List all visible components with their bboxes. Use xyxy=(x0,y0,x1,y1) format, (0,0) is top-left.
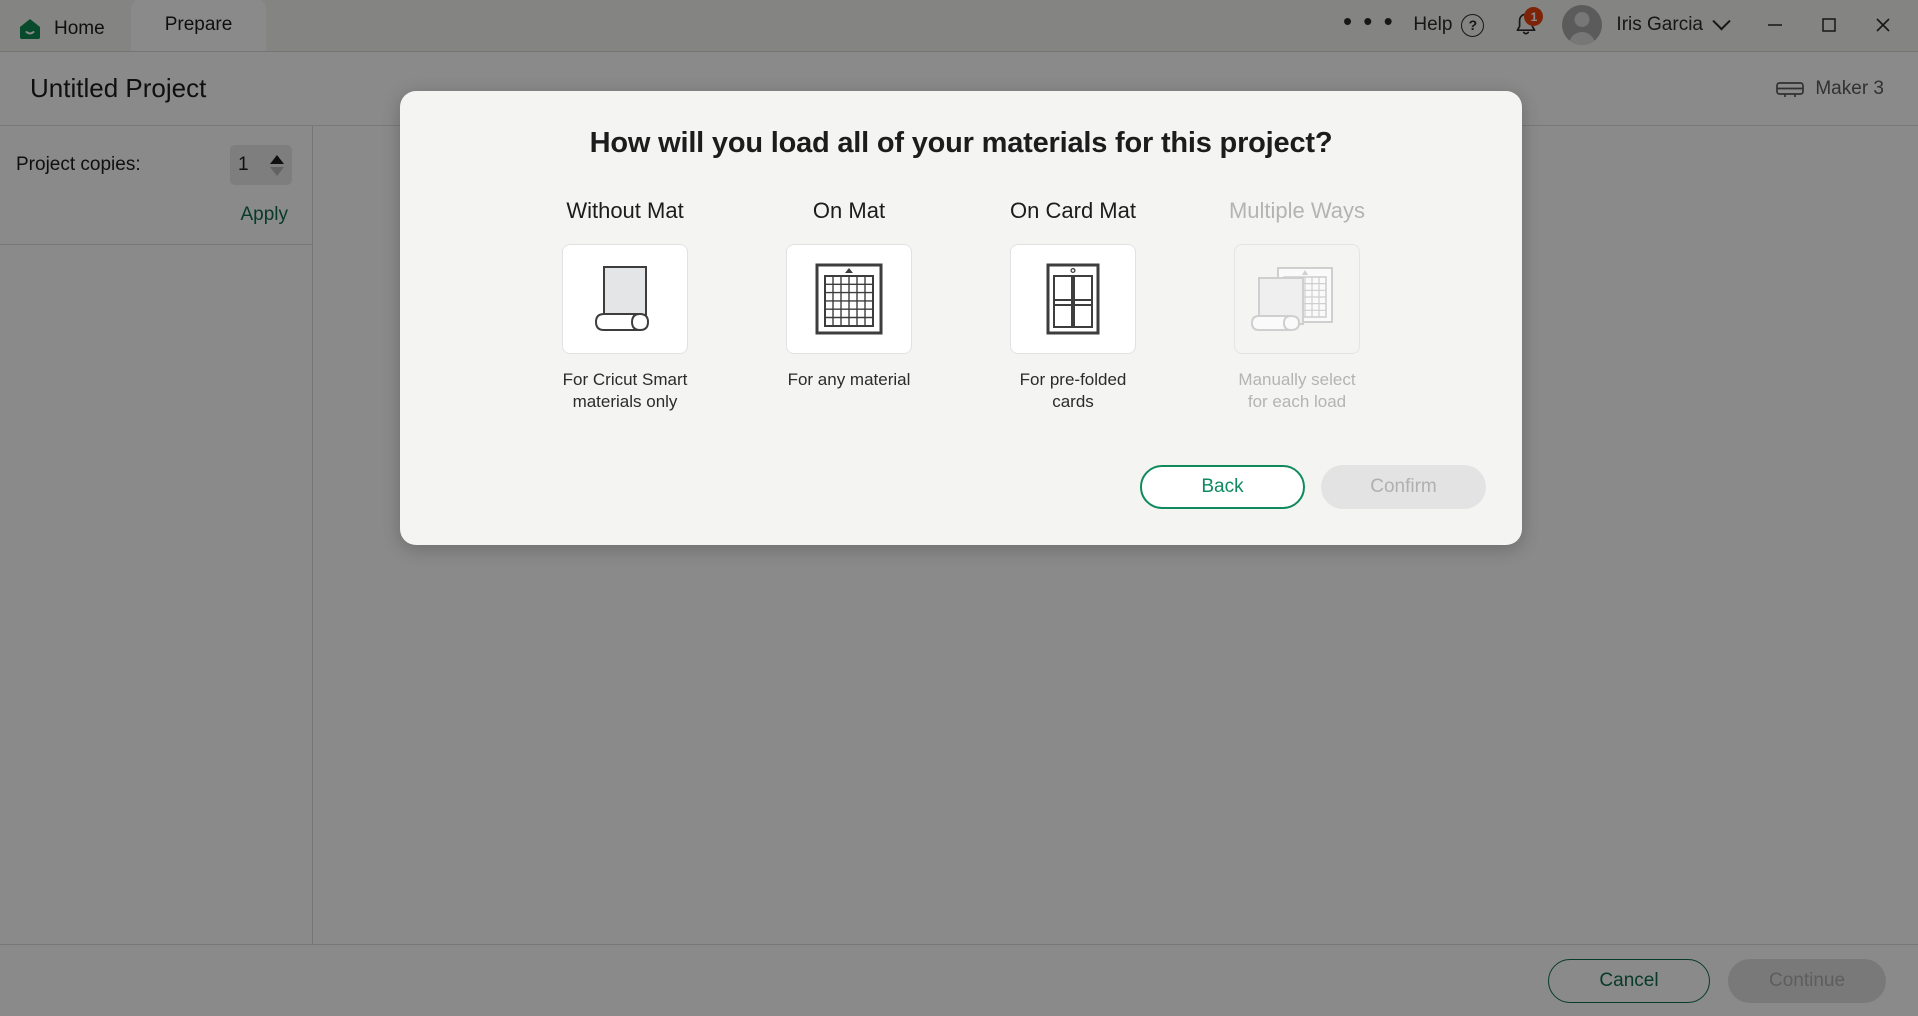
load-materials-dialog: How will you load all of your materials … xyxy=(400,91,1522,545)
option-on-mat[interactable]: On Mat For any material xyxy=(737,198,961,413)
option-on-card-mat[interactable]: On Card Mat For pre-folded cards xyxy=(961,198,1185,413)
dialog-title: How will you load all of your materials … xyxy=(589,127,1333,159)
option-without-mat-desc: For Cricut Smart materials only xyxy=(562,370,688,412)
confirm-button[interactable]: Confirm xyxy=(1321,465,1486,509)
cutting-mat-grid-icon xyxy=(815,263,883,335)
option-multiple-ways-card xyxy=(1234,244,1360,354)
app-window: Home Prepare • • • Help ? 1 Iris Garcia … xyxy=(0,0,1918,1016)
back-button[interactable]: Back xyxy=(1140,465,1305,509)
option-multiple-ways-title: Multiple Ways xyxy=(1228,198,1366,223)
card-mat-icon xyxy=(1046,263,1100,335)
option-without-mat-title: Without Mat xyxy=(566,198,684,223)
option-on-mat-card[interactable] xyxy=(786,244,912,354)
option-on-mat-desc: For any material xyxy=(787,370,911,389)
option-on-card-mat-card[interactable] xyxy=(1010,244,1136,354)
option-multiple-ways: Multiple Ways Manually select for each l… xyxy=(1185,198,1409,413)
option-without-mat[interactable]: Without Mat For Cricut Smart materials o… xyxy=(513,198,737,413)
multiple-materials-icon xyxy=(1250,267,1333,331)
option-on-mat-title: On Mat xyxy=(812,198,886,223)
option-on-card-mat-desc: For pre-folded cards xyxy=(1019,370,1127,412)
option-multiple-ways-desc: Manually select for each load xyxy=(1238,370,1356,412)
dialog-actions: Back Confirm xyxy=(1140,465,1486,509)
option-without-mat-card[interactable] xyxy=(562,244,688,354)
load-option-list: Without Mat For Cricut Smart materials o… xyxy=(400,160,1522,413)
option-on-card-mat-title: On Card Mat xyxy=(1010,198,1136,223)
roll-material-icon xyxy=(594,266,650,331)
